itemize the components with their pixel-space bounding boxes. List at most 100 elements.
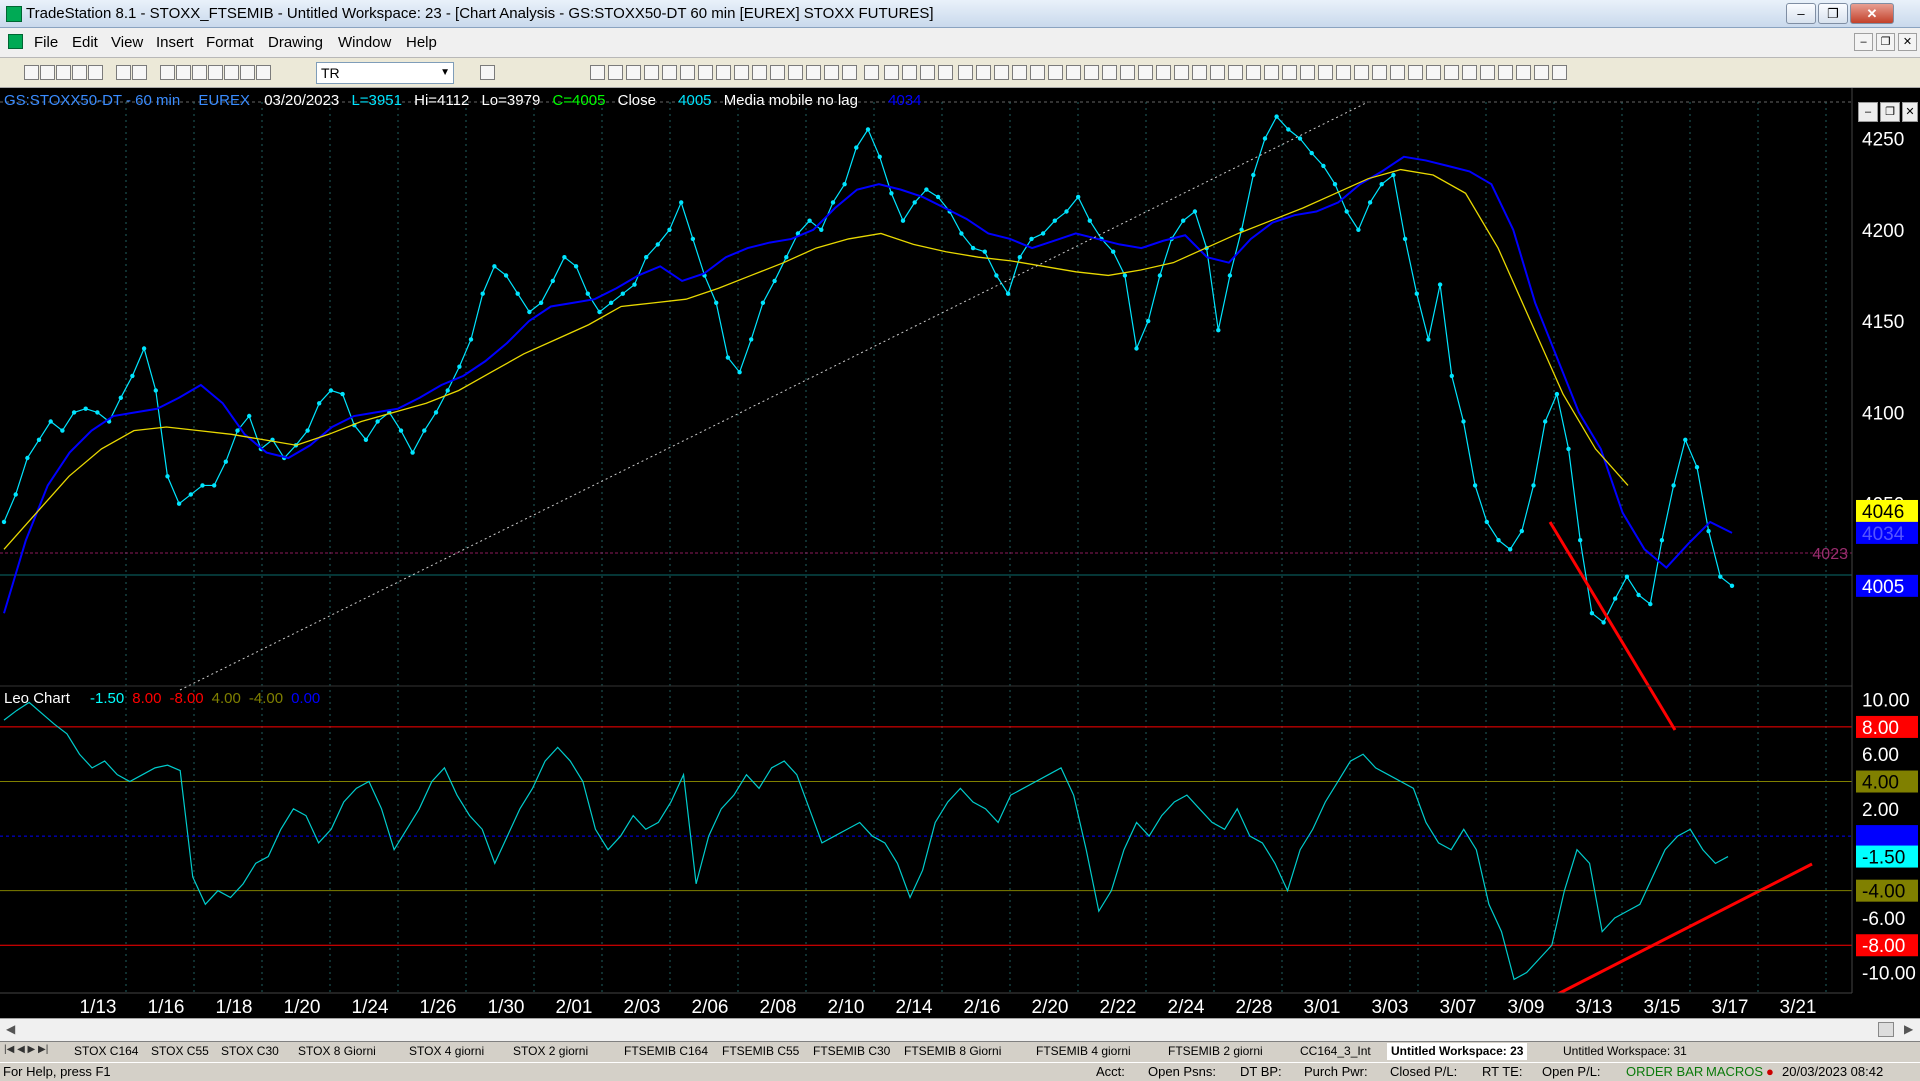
tool-icon[interactable] xyxy=(1264,65,1279,80)
crosshair-icon[interactable] xyxy=(644,65,659,80)
status-order-bar[interactable]: ORDER BAR xyxy=(1626,1064,1703,1079)
menu-format[interactable]: Format xyxy=(206,34,254,51)
tool-icon[interactable] xyxy=(1102,65,1117,80)
chart-restore-button[interactable]: ❐ xyxy=(1880,102,1900,122)
workspace-tab[interactable]: STOX C30 xyxy=(217,1043,283,1060)
tool-icon[interactable] xyxy=(752,65,767,80)
mdi-close-button[interactable]: ✕ xyxy=(1898,33,1917,51)
workspace-tab[interactable]: FTSEMIB C30 xyxy=(809,1043,894,1060)
menu-edit[interactable]: Edit xyxy=(72,34,98,51)
status-macros[interactable]: MACROS xyxy=(1706,1064,1763,1079)
tab-nav-arrows[interactable]: |◀ ◀ ▶ ▶| xyxy=(4,1044,48,1055)
find-icon[interactable] xyxy=(480,65,495,80)
horizontal-scrollbar[interactable]: ◀ ▶ xyxy=(0,1018,1920,1041)
scroll-thumb[interactable] xyxy=(1878,1022,1894,1037)
chevron-down-icon[interactable]: ▼ xyxy=(440,63,450,83)
tool-icon[interactable] xyxy=(824,65,839,80)
tool-icon[interactable] xyxy=(958,65,973,80)
print-icon[interactable] xyxy=(88,65,103,80)
tool-icon[interactable] xyxy=(1048,65,1063,80)
tool-icon[interactable] xyxy=(842,65,857,80)
tool-icon[interactable] xyxy=(1210,65,1225,80)
menu-help[interactable]: Help xyxy=(406,34,437,51)
tool-icon[interactable] xyxy=(698,65,713,80)
tool-icon[interactable] xyxy=(1408,65,1423,80)
tool-icon[interactable] xyxy=(994,65,1009,80)
tool-icon[interactable] xyxy=(1318,65,1333,80)
menu-file[interactable]: File xyxy=(34,34,58,51)
folder-icon[interactable] xyxy=(72,65,87,80)
close-button[interactable]: ✕ xyxy=(1850,3,1894,24)
workspace-tab[interactable]: Untitled Workspace: 31 xyxy=(1559,1043,1691,1060)
lock-icon[interactable] xyxy=(192,65,207,80)
tool-icon[interactable] xyxy=(1192,65,1207,80)
tool-icon[interactable] xyxy=(1534,65,1549,80)
print-preview-icon[interactable] xyxy=(116,65,131,80)
tool-icon[interactable] xyxy=(976,65,991,80)
tool-icon[interactable] xyxy=(884,65,899,80)
tool-icon[interactable] xyxy=(1012,65,1027,80)
workspace-tab[interactable]: CC164_3_Int xyxy=(1296,1043,1375,1060)
new-file-icon[interactable] xyxy=(24,65,39,80)
scroll-right-icon[interactable]: ▶ xyxy=(1904,1022,1913,1036)
workspace-tab[interactable]: STOX C55 xyxy=(147,1043,213,1060)
tool-icon[interactable] xyxy=(1246,65,1261,80)
tool-icon[interactable] xyxy=(1138,65,1153,80)
tool-icon[interactable] xyxy=(1174,65,1189,80)
cut-icon[interactable] xyxy=(132,65,147,80)
color-icon[interactable] xyxy=(224,65,239,80)
tool-icon[interactable] xyxy=(1030,65,1045,80)
chart-close-button[interactable]: ✕ xyxy=(1902,102,1918,122)
zoom-in-icon[interactable] xyxy=(590,65,605,80)
tool-icon[interactable] xyxy=(1426,65,1441,80)
workspace-tab[interactable]: Untitled Workspace: 23 xyxy=(1387,1043,1528,1060)
open-file-icon[interactable] xyxy=(40,65,55,80)
menu-drawing[interactable]: Drawing xyxy=(268,34,323,51)
tool-icon[interactable] xyxy=(1354,65,1369,80)
copy-icon[interactable] xyxy=(160,65,175,80)
workspace-tab[interactable]: FTSEMIB C55 xyxy=(718,1043,803,1060)
tool-icon[interactable] xyxy=(1120,65,1135,80)
zoom-out-icon[interactable] xyxy=(608,65,623,80)
tool-icon[interactable] xyxy=(662,65,677,80)
tool-icon[interactable] xyxy=(680,65,695,80)
tool-icon[interactable] xyxy=(1552,65,1567,80)
workspace-tab[interactable]: STOX 2 giorni xyxy=(509,1043,592,1060)
chart-minimize-button[interactable]: – xyxy=(1858,102,1878,122)
tool-icon[interactable] xyxy=(1372,65,1387,80)
tool-icon[interactable] xyxy=(1390,65,1405,80)
tool-icon[interactable] xyxy=(1156,65,1171,80)
tool-icon[interactable] xyxy=(1336,65,1351,80)
paste-icon[interactable] xyxy=(176,65,191,80)
tool-icon[interactable] xyxy=(1228,65,1243,80)
tool-icon[interactable] xyxy=(716,65,731,80)
tool-icon[interactable] xyxy=(1066,65,1081,80)
tool-icon[interactable] xyxy=(938,65,953,80)
tool-icon[interactable] xyxy=(734,65,749,80)
tool-icon[interactable] xyxy=(1084,65,1099,80)
arrow-icon[interactable] xyxy=(256,65,271,80)
cursor-icon[interactable] xyxy=(626,65,641,80)
tool-icon[interactable] xyxy=(1282,65,1297,80)
tool-icon[interactable] xyxy=(1498,65,1513,80)
tool-icon[interactable] xyxy=(1300,65,1315,80)
minimize-button[interactable]: – xyxy=(1786,3,1816,24)
palette-icon[interactable] xyxy=(240,65,255,80)
workspace-tab[interactable]: FTSEMIB C164 xyxy=(620,1043,712,1060)
menu-view[interactable]: View xyxy=(111,34,143,51)
save-icon[interactable] xyxy=(56,65,71,80)
workspace-tab[interactable]: STOX 8 Giorni xyxy=(294,1043,380,1060)
workspace-tab[interactable]: FTSEMIB 2 giorni xyxy=(1164,1043,1267,1060)
symbol-combo[interactable]: TR ▼ xyxy=(316,62,454,84)
restore-button[interactable]: ❐ xyxy=(1818,3,1848,24)
trendline-dotted[interactable] xyxy=(179,101,1369,691)
link-icon[interactable] xyxy=(208,65,223,80)
tool-icon[interactable] xyxy=(902,65,917,80)
tool-icon[interactable] xyxy=(770,65,785,80)
workspace-tab[interactable]: FTSEMIB 8 Giorni xyxy=(900,1043,1005,1060)
menu-window[interactable]: Window xyxy=(338,34,391,51)
tool-icon[interactable] xyxy=(1516,65,1531,80)
trendline-red-oscillator[interactable] xyxy=(1549,862,1813,1000)
tool-icon[interactable] xyxy=(920,65,935,80)
tool-icon[interactable] xyxy=(788,65,803,80)
